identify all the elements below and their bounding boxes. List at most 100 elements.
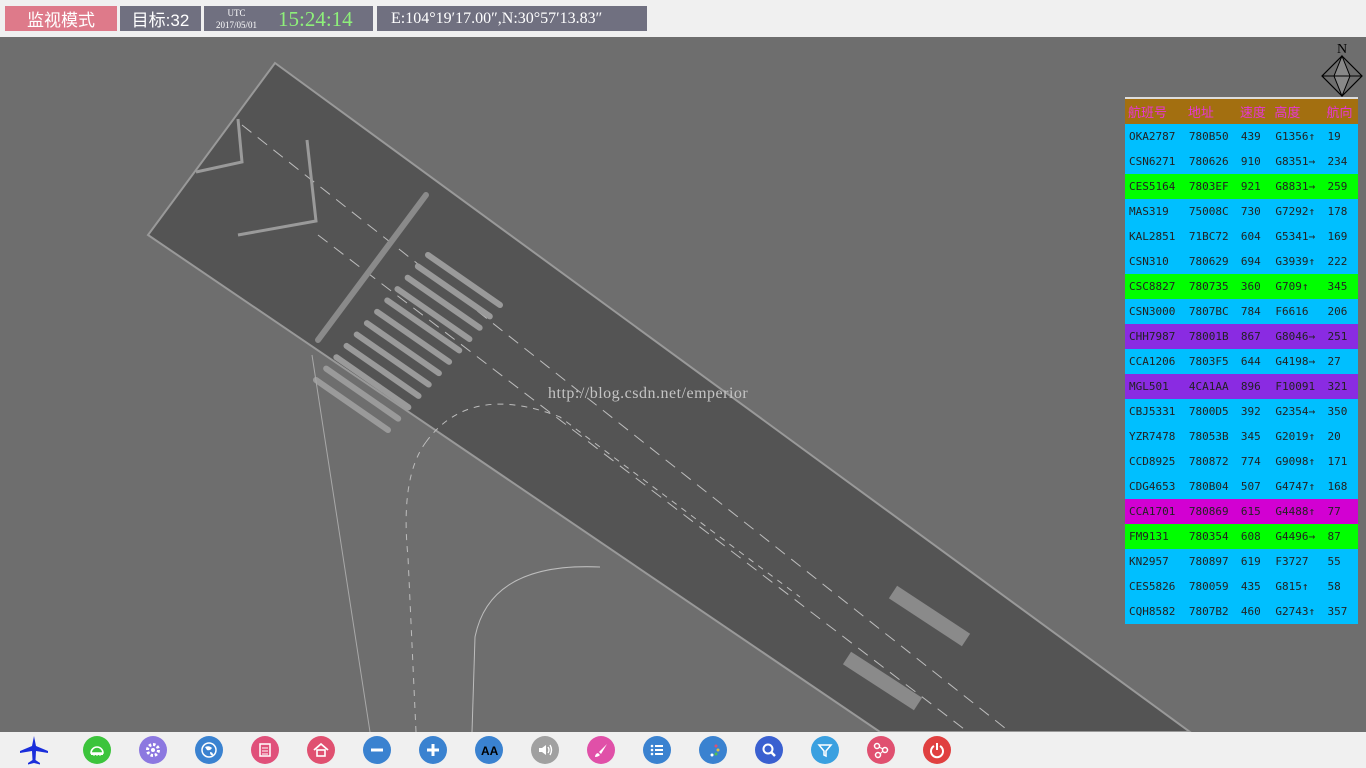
table-row[interactable]: CSN6271 780626 910 G8351→ 234 <box>1125 149 1358 174</box>
table-cell: 350 <box>1323 399 1358 424</box>
zoom-out-button[interactable] <box>363 736 391 764</box>
col-address[interactable]: 地址 <box>1184 97 1237 124</box>
table-row[interactable]: CDG4653 780B04 507 G4747↑ 168 <box>1125 474 1358 499</box>
table-cell: 168 <box>1323 474 1358 499</box>
table-row[interactable]: CCA1701 780869 615 G4488↑ 77 <box>1125 499 1358 524</box>
table-row[interactable]: KAL2851 71BC72 604 G5341→ 169 <box>1125 224 1358 249</box>
table-cell: OKA2787 <box>1125 124 1185 149</box>
table-cell: CES5164 <box>1125 174 1185 199</box>
table-cell: 75008C <box>1184 199 1237 224</box>
plane-button[interactable] <box>18 734 50 766</box>
filter-icon <box>817 744 833 758</box>
table-cell: 357 <box>1323 599 1358 624</box>
table-cell: 78053B <box>1184 424 1237 449</box>
table-row[interactable]: CBJ5331 7800D5 392 G2354→ 350 <box>1125 399 1358 424</box>
home-button[interactable] <box>307 736 335 764</box>
table-cell: 867 <box>1236 324 1272 349</box>
table-row[interactable]: YZR7478 78053B 345 G2019↑ 20 <box>1125 424 1358 449</box>
table-cell: F6616 <box>1271 299 1324 324</box>
table-row[interactable]: CHH7987 78001B 867 G8046→ 251 <box>1125 324 1358 349</box>
list-button[interactable] <box>643 736 671 764</box>
table-row[interactable]: CQH8582 7807B2 460 G2743↑ 357 <box>1125 599 1358 624</box>
filter-button[interactable] <box>811 736 839 764</box>
svg-text:AA: AA <box>481 744 498 758</box>
table-cell: 694 <box>1236 249 1272 274</box>
table-cell: 730 <box>1236 199 1272 224</box>
table-cell: 921 <box>1236 174 1272 199</box>
table-cell: G4747↑ <box>1271 474 1324 499</box>
search-button[interactable] <box>755 736 783 764</box>
table-cell: G2354→ <box>1271 399 1324 424</box>
table-cell: 619 <box>1236 549 1272 574</box>
table-row[interactable]: KN2957 780897 619 F3727 55 <box>1125 549 1358 574</box>
table-cell: G8046→ <box>1271 324 1324 349</box>
table-cell: 784 <box>1236 299 1272 324</box>
volume-icon <box>539 744 553 756</box>
share-button[interactable] <box>867 736 895 764</box>
table-row[interactable]: CSN310 780629 694 G3939↑ 222 <box>1125 249 1358 274</box>
table-cell: 251 <box>1323 324 1358 349</box>
table-row[interactable]: CCD8925 780872 774 G9098↑ 171 <box>1125 449 1358 474</box>
table-cell: 58 <box>1323 574 1358 599</box>
table-cell: G1356↑ <box>1271 124 1324 149</box>
table-cell: 7800D5 <box>1184 399 1237 424</box>
table-cell: CHH7987 <box>1125 324 1185 349</box>
table-cell: 780B04 <box>1184 474 1237 499</box>
clock-time: 15:24:14 <box>278 7 353 31</box>
col-flight-number[interactable]: 航班号 <box>1125 97 1185 124</box>
mode-indicator[interactable]: 监视模式 <box>5 6 117 31</box>
globe-button[interactable] <box>195 736 223 764</box>
palette-button[interactable] <box>699 736 727 764</box>
table-cell: 321 <box>1323 374 1358 399</box>
table-cell: 7807BC <box>1184 299 1237 324</box>
table-cell: CCA1701 <box>1125 499 1185 524</box>
power-button[interactable] <box>923 736 951 764</box>
table-row[interactable]: CSN3000 7807BC 784 F6616 206 <box>1125 299 1358 324</box>
table-cell: CSN6271 <box>1125 149 1185 174</box>
table-cell: 615 <box>1236 499 1272 524</box>
gear-button[interactable] <box>139 736 167 764</box>
table-row[interactable]: MAS319 75008C 730 G7292↑ 178 <box>1125 199 1358 224</box>
table-cell: 774 <box>1236 449 1272 474</box>
volume-button[interactable] <box>531 736 559 764</box>
search-icon <box>762 743 776 757</box>
table-cell: FM9131 <box>1125 524 1185 549</box>
table-cell: 169 <box>1323 224 1358 249</box>
target-count: 目标:32 <box>120 6 201 31</box>
table-cell: 78001B <box>1184 324 1237 349</box>
table-row[interactable]: CES5164 7803EF 921 G8831→ 259 <box>1125 174 1358 199</box>
table-cell: 780354 <box>1184 524 1237 549</box>
table-row[interactable]: CSC8827 780735 360 G709↑ 345 <box>1125 274 1358 299</box>
table-row[interactable]: MGL501 4CA1AA 896 F10091 321 <box>1125 374 1358 399</box>
table-cell: 780626 <box>1184 149 1237 174</box>
table-cell: CSN3000 <box>1125 299 1185 324</box>
col-heading[interactable]: 航向 <box>1323 97 1358 124</box>
font-size-icon: AA <box>481 744 498 758</box>
table-cell: 439 <box>1236 124 1272 149</box>
col-altitude[interactable]: 高度 <box>1271 97 1324 124</box>
notepad-icon <box>259 743 271 757</box>
table-cell: G2743↑ <box>1271 599 1324 624</box>
table-cell: G7292↑ <box>1271 199 1324 224</box>
table-cell: 608 <box>1236 524 1272 549</box>
table-row[interactable]: OKA2787 780B50 439 G1356↑ 19 <box>1125 124 1358 149</box>
table-cell: CSC8827 <box>1125 274 1185 299</box>
table-cell: G815↑ <box>1271 574 1324 599</box>
table-cell: 4CA1AA <box>1184 374 1237 399</box>
table-cell: 55 <box>1323 549 1358 574</box>
table-cell: 507 <box>1236 474 1272 499</box>
font-size-button[interactable]: AA <box>475 736 503 764</box>
flight-list-table: 航班号 地址 速度 高度 航向 OKA2787 780B50 439 G1356↑ 19… <box>1125 97 1358 624</box>
table-row[interactable]: CCA1206 7803F5 644 G4198→ 27 <box>1125 349 1358 374</box>
zoom-in-button[interactable] <box>419 736 447 764</box>
radar-button[interactable] <box>83 736 111 764</box>
table-cell: 345 <box>1236 424 1272 449</box>
home-icon <box>313 742 329 757</box>
brush-button[interactable] <box>587 736 615 764</box>
table-cell: G8351→ <box>1271 149 1324 174</box>
runway-edge-line <box>317 234 969 732</box>
col-speed[interactable]: 速度 <box>1236 97 1272 124</box>
table-row[interactable]: CES5826 780059 435 G815↑ 58 <box>1125 574 1358 599</box>
table-row[interactable]: FM9131 780354 608 G4496→ 87 <box>1125 524 1358 549</box>
notepad-button[interactable] <box>251 736 279 764</box>
